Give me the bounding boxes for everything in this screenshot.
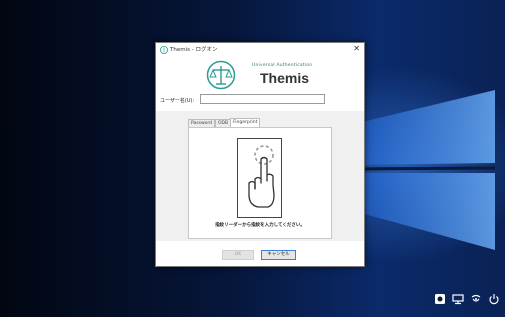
accessibility-icon[interactable]: [434, 293, 446, 305]
brand-name: Themis: [260, 70, 310, 86]
fingerprint-instruction: 指紋リーダーから指紋を入力してください。: [215, 223, 305, 228]
network-icon[interactable]: [452, 293, 464, 305]
windows-logo-light: [349, 90, 495, 250]
themis-app-icon: [160, 46, 168, 54]
dialog-title: Themis - ログオン: [170, 47, 218, 53]
logon-dialog: Themis - ログオン ✕ Universal Authentication…: [155, 42, 365, 267]
dialog-titlebar: Themis - ログオン ✕: [156, 43, 364, 57]
brand-subtitle: Universal Authentication: [252, 63, 313, 68]
username-label: ユーザー名(U):: [160, 98, 195, 104]
username-input[interactable]: [200, 94, 325, 104]
close-icon[interactable]: ✕: [353, 44, 360, 53]
ok-button[interactable]: OK: [222, 250, 254, 260]
auth-method-area: Password ODB Fingerprint 指紋リーダーから指紋を入力して…: [156, 111, 364, 241]
fingerprint-panel: 指紋リーダーから指紋を入力してください。: [188, 127, 332, 239]
brand-header: Universal Authentication Themis: [206, 59, 326, 93]
ease-of-access-icon[interactable]: [470, 293, 482, 305]
cancel-button[interactable]: キャンセル: [261, 250, 296, 260]
fingerprint-frame: [237, 138, 282, 218]
finger-touch-icon: [248, 145, 275, 208]
themis-scale-logo-icon: [206, 60, 236, 90]
power-icon[interactable]: [488, 293, 500, 305]
